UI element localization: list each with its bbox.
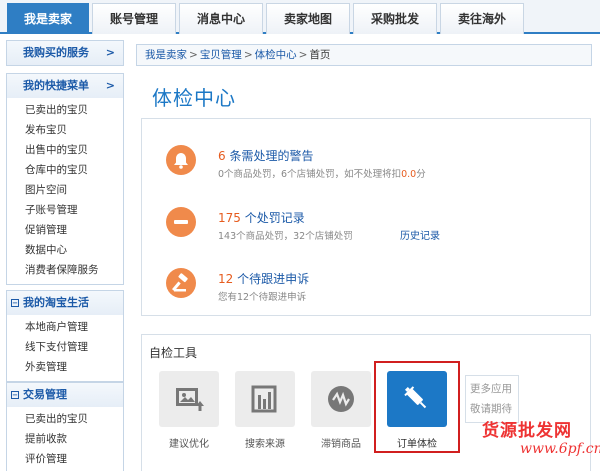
highlight-box xyxy=(374,361,460,453)
alert-appeals-title[interactable]: 12 个待跟进申诉 xyxy=(218,270,309,287)
alerts-panel: 6 条需处理的警告 0个商品处罚，6个店铺处罚，如不处理将扣0.0分 175 个… xyxy=(141,118,591,316)
alert-appeals: 12 个待跟进申诉 您有12个待跟进申诉 xyxy=(166,264,566,304)
tools-title: 自检工具 xyxy=(149,346,198,360)
sidebar-item-subaccount[interactable]: 子账号管理 xyxy=(7,200,123,220)
alert-appeals-detail: 您有12个待跟进申诉 xyxy=(218,292,307,303)
tool-optimize-label: 建议优化 xyxy=(169,439,209,450)
alert-appeals-count: 12 xyxy=(218,272,234,286)
sidebar-bought-services[interactable]: 我购买的服务 > xyxy=(6,40,124,66)
sidebar-bought-header[interactable]: 我购买的服务 > xyxy=(7,41,123,65)
more-apps-line1: 更多应用 xyxy=(470,383,512,395)
gavel-icon xyxy=(166,268,196,298)
tool-slow-items-label: 滞销商品 xyxy=(321,439,361,450)
alert-warnings: 6 条需处理的警告 0个商品处罚，6个店铺处罚，如不处理将扣0.0分 xyxy=(166,141,566,181)
sidebar-item-offline-payment[interactable]: 线下支付管理 xyxy=(7,337,123,357)
collapse-icon[interactable]: − xyxy=(11,391,19,399)
tab-wholesale[interactable]: 采购批发 xyxy=(353,3,437,34)
alert-appeals-text: 个待跟进申诉 xyxy=(237,272,310,286)
breadcrumb-items[interactable]: 宝贝管理 xyxy=(200,49,242,61)
sidebar-item-promotion[interactable]: 促销管理 xyxy=(7,220,123,240)
bell-icon xyxy=(166,145,196,175)
sidebar-item-on-sale[interactable]: 出售中的宝贝 xyxy=(7,140,123,160)
alert-penalties: 175 个处罚记录 143个商品处罚，32个店铺处罚 历史记录 xyxy=(166,203,566,243)
sidebar-item-sold[interactable]: 已卖出的宝贝 xyxy=(7,100,123,120)
sidebar-life-header[interactable]: − 我的淘宝生活 xyxy=(7,291,123,315)
alert-penalties-title[interactable]: 175 个处罚记录 xyxy=(218,209,305,226)
tab-seller[interactable]: 我是卖家 xyxy=(7,3,89,34)
sidebar-item-sold-2[interactable]: 已卖出的宝贝 xyxy=(7,409,123,429)
sidebar-item-takeaway[interactable]: 外卖管理 xyxy=(7,357,123,377)
breadcrumb: 我是卖家 > 宝贝管理 > 体检中心 > 首页 xyxy=(136,44,592,66)
alert-warnings-detail-suffix: 分 xyxy=(416,169,426,180)
watermark-url: www.6pf.cn xyxy=(520,441,600,457)
alert-penalties-text: 个处罚记录 xyxy=(244,211,305,225)
chevron-right-icon[interactable]: > xyxy=(106,41,115,65)
sidebar-quick-header[interactable]: 我的快捷菜单 > xyxy=(7,74,123,98)
sidebar-bought-title: 我购买的服务 xyxy=(23,46,89,59)
watermark: 货源批发网 xyxy=(482,421,572,441)
sidebar-item-data[interactable]: 数据中心 xyxy=(7,240,123,260)
alert-warnings-detail-value: 0.0 xyxy=(401,169,417,180)
alert-warnings-title[interactable]: 6 条需处理的警告 xyxy=(218,147,313,164)
sidebar-item-images[interactable]: 图片空间 xyxy=(7,180,123,200)
building-icon xyxy=(251,385,277,413)
breadcrumb-separator: > xyxy=(298,49,308,61)
sidebar-trade-title: 交易管理 xyxy=(23,388,67,401)
sidebar-life-title: 我的淘宝生活 xyxy=(23,296,89,309)
tab-seller-map[interactable]: 卖家地图 xyxy=(266,3,350,34)
tab-messages[interactable]: 消息中心 xyxy=(179,3,263,34)
breadcrumb-separator: > xyxy=(189,49,198,61)
tab-account[interactable]: 账号管理 xyxy=(92,3,176,34)
sidebar-item-reviews[interactable]: 评价管理 xyxy=(7,449,123,469)
sidebar-quick-menu: 我的快捷菜单 > 已卖出的宝贝 发布宝贝 出售中的宝贝 仓库中的宝贝 图片空间 … xyxy=(6,73,124,285)
alert-warnings-detail: 0个商品处罚，6个店铺处罚，如不处理将扣0.0分 xyxy=(218,166,426,180)
chevron-right-icon[interactable]: > xyxy=(106,74,115,98)
chart-circle-icon xyxy=(328,386,354,412)
sidebar-item-advance-payment[interactable]: 提前收款 xyxy=(7,429,123,449)
collapse-icon[interactable]: − xyxy=(11,299,19,307)
top-nav: 我是卖家 账号管理 消息中心 卖家地图 采购批发 卖往海外 xyxy=(0,0,600,34)
sidebar-trade: − 交易管理 已卖出的宝贝 提前收款 评价管理 xyxy=(6,382,124,471)
tool-slow-items[interactable] xyxy=(311,371,371,427)
alert-warnings-count: 6 xyxy=(218,149,226,163)
alert-warnings-detail-text: 0个商品处罚，6个店铺处罚，如不处理将扣 xyxy=(218,169,402,180)
breadcrumb-separator: > xyxy=(243,49,253,61)
breadcrumb-current: 首页 xyxy=(309,49,331,61)
alert-penalties-detail: 143个商品处罚，32个店铺处罚 xyxy=(218,231,353,242)
sidebar-item-consumer-protection[interactable]: 消费者保障服务 xyxy=(7,260,123,280)
tool-optimize[interactable] xyxy=(159,371,219,427)
tab-overseas[interactable]: 卖往海外 xyxy=(440,3,524,34)
sidebar-trade-header[interactable]: − 交易管理 xyxy=(7,383,123,407)
history-link[interactable]: 历史记录 xyxy=(400,227,440,242)
alert-warnings-text: 条需处理的警告 xyxy=(229,149,314,163)
tool-search-source[interactable] xyxy=(235,371,295,427)
sidebar-life: − 我的淘宝生活 本地商户管理 线下支付管理 外卖管理 xyxy=(6,290,124,382)
sidebar-item-warehouse[interactable]: 仓库中的宝贝 xyxy=(7,160,123,180)
alert-penalties-count: 175 xyxy=(218,211,241,225)
sidebar-item-local-merchant[interactable]: 本地商户管理 xyxy=(7,317,123,337)
tool-search-source-label: 搜索来源 xyxy=(245,439,285,450)
minus-icon xyxy=(166,207,196,237)
breadcrumb-checkup[interactable]: 体检中心 xyxy=(255,49,297,61)
breadcrumb-seller[interactable]: 我是卖家 xyxy=(145,49,187,61)
sidebar-item-publish[interactable]: 发布宝贝 xyxy=(7,120,123,140)
image-upload-icon xyxy=(176,388,204,411)
page-title: 体检中心 xyxy=(152,86,236,110)
sidebar-quick-title: 我的快捷菜单 xyxy=(23,79,89,92)
